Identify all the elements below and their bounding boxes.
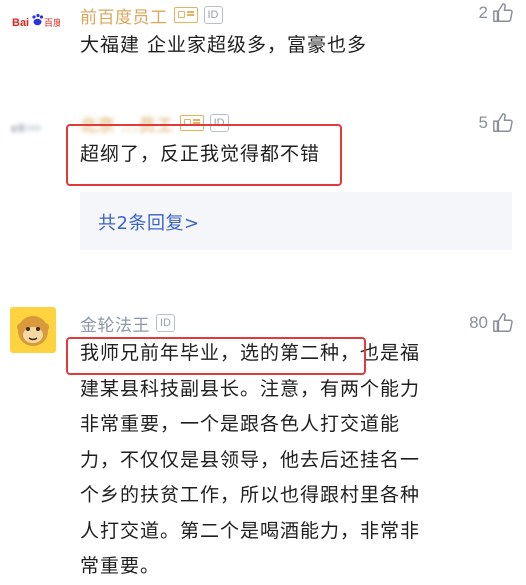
username-row: 金轮法王 ID	[80, 310, 175, 336]
comment-line: 常重要。	[80, 555, 161, 577]
comment-line: 力，不仅仅是县领导，他去后还挂名一	[80, 448, 421, 471]
username[interactable]: 金轮法王	[80, 311, 150, 336]
svg-text:Bai: Bai	[12, 17, 29, 29]
like-button[interactable]: 5	[479, 112, 514, 134]
highlight-box	[66, 124, 342, 186]
thumbs-up-icon	[493, 3, 513, 22]
comment-line: 非常重要，一个是跟各色人打交道能	[80, 413, 401, 435]
thumbs-up-icon	[493, 113, 513, 132]
id-badge: ID	[203, 6, 223, 24]
comment-line: 个乡的扶贫工作，所以也得跟村里各种	[80, 484, 421, 506]
like-count: 80	[469, 313, 488, 332]
replies-panel[interactable]: 共2条回复>	[80, 192, 512, 250]
user-avatar[interactable]	[10, 307, 56, 353]
view-replies-link[interactable]: 共2条回复>	[98, 209, 200, 235]
like-button[interactable]: 80	[469, 312, 514, 334]
comment-text: 大福建 企业家超级多，富豪也多	[80, 34, 368, 56]
like-count: 2	[478, 3, 488, 22]
like-button[interactable]: 2	[479, 2, 514, 24]
svg-text:百度: 百度	[44, 17, 60, 29]
highlight-box	[66, 337, 366, 375]
comment-line: 人打交道。第二个是喝酒能力，非常非	[80, 519, 421, 542]
baidu-logo-avatar[interactable]: Bai 百度	[10, 0, 60, 40]
id-badge: ID	[156, 314, 175, 332]
user-avatar[interactable]	[8, 112, 48, 142]
employee-badge-icon	[173, 7, 198, 23]
username-row: 前百度员工 ID	[80, 2, 223, 28]
username[interactable]: 前百度员工	[80, 3, 168, 28]
thumbs-up-icon	[493, 313, 513, 332]
comment-line: 建某县科技副县长。注意，有两个能力	[80, 377, 421, 400]
like-count: 5	[478, 113, 488, 132]
